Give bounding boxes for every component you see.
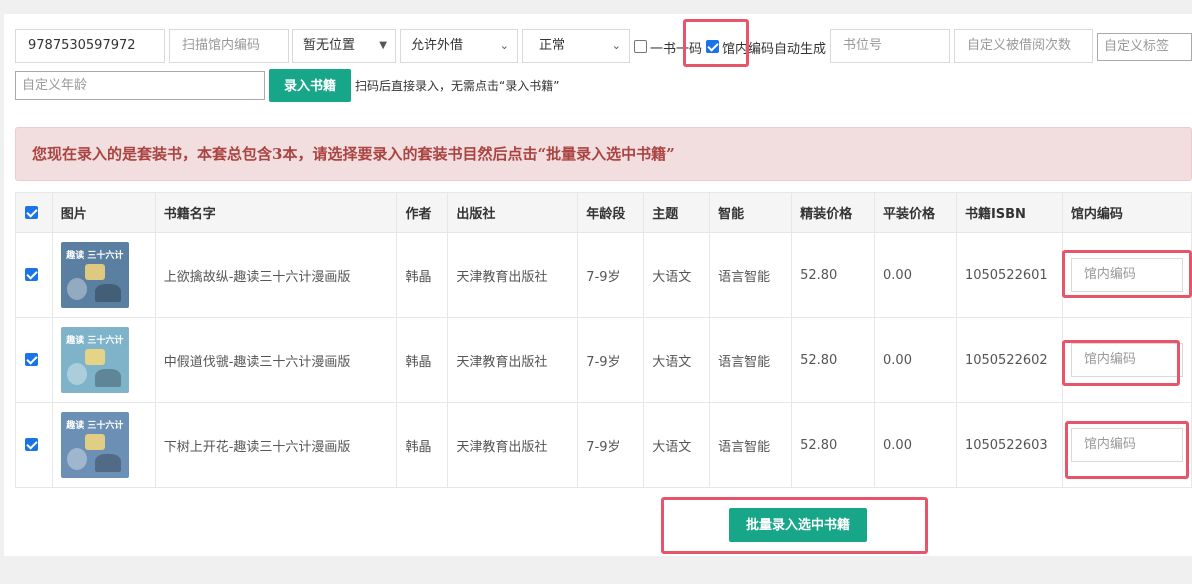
scan-code-input[interactable]: 扫描馆内编码	[169, 29, 289, 63]
lend-select[interactable]: 允许外借 ⌄	[400, 29, 518, 63]
table-row: 趣读 三十六计 中假道伐虢-趣读三十六计漫画版 韩晶 天津教育出版社 7-9岁 …	[15, 317, 1192, 403]
row-select-checkbox[interactable]	[25, 438, 38, 451]
set-book-alert: 您现在录入的是套装书，本套总包含3本，请选择要录入的套装书目然后点击“批量录入选…	[15, 127, 1192, 181]
scan-hint-text: 扫码后直接录入，无需点击“录入书籍”	[355, 79, 560, 93]
book-paperback-price: 0.00	[874, 317, 957, 403]
borrow-count-input[interactable]: 自定义被借阅次数	[954, 29, 1093, 63]
book-age: 7-9岁	[577, 232, 645, 318]
book-isbn: 1050522603	[955, 402, 1063, 488]
book-intelligence: 语言智能	[709, 317, 793, 403]
book-intelligence: 语言智能	[709, 232, 793, 318]
book-theme: 大语文	[643, 402, 711, 488]
book-publisher: 天津教育出版社	[447, 317, 579, 403]
custom-tag-input[interactable]: 自定义标签	[1097, 33, 1192, 61]
chevron-down-icon: ⌄	[611, 39, 621, 52]
book-title: 下树上开花-趣读三十六计漫画版	[154, 402, 398, 488]
batch-submit-button[interactable]: 批量录入选中书籍	[729, 508, 867, 542]
book-isbn: 1050522601	[955, 232, 1063, 318]
table-row: 趣读 三十六计 下树上开花-趣读三十六计漫画版 韩晶 天津教育出版社 7-9岁 …	[15, 402, 1192, 488]
row-select-checkbox[interactable]	[25, 353, 38, 366]
auto-code-checkbox[interactable]	[706, 40, 719, 53]
table-row: 趣读 三十六计 上欲擒故纵-趣读三十六计漫画版 韩晶 天津教育出版社 7-9岁 …	[15, 232, 1192, 318]
auto-code-label: 馆内编码自动生成	[722, 42, 827, 57]
header-hardcover-price: 精装价格	[791, 192, 876, 233]
header-isbn: 书籍ISBN	[955, 192, 1063, 233]
book-cover-cell: 趣读 三十六计	[51, 317, 156, 403]
row-select-checkbox[interactable]	[25, 268, 38, 281]
shelf-number-input[interactable]: 书位号	[830, 29, 950, 63]
book-theme: 大语文	[643, 232, 711, 318]
library-code-input[interactable]: 馆内编码	[1070, 428, 1183, 462]
book-hardcover-price: 52.80	[791, 232, 876, 318]
status-select[interactable]: 正常 ⌄	[522, 29, 630, 63]
header-library-code: 馆内编码	[1061, 192, 1192, 233]
header-image: 图片	[51, 192, 156, 233]
book-cover-image: 趣读 三十六计	[60, 327, 129, 393]
book-table: 图片 书籍名字 作者 出版社 年龄段 主题 智能 精装价格 平装价格 书籍ISB…	[15, 192, 1192, 488]
book-hardcover-price: 52.80	[791, 317, 876, 403]
book-cover-title: 趣读 三十六计	[66, 251, 124, 261]
location-select-value: 暂无位置	[303, 38, 356, 53]
book-cover-title: 趣读 三十六计	[66, 336, 124, 346]
book-cover-cell: 趣读 三十六计	[51, 402, 156, 488]
isbn-input[interactable]: 9787530597972	[15, 29, 165, 63]
book-cover-title: 趣读 三十六计	[66, 421, 124, 431]
library-code-cell: 馆内编码	[1061, 232, 1192, 318]
one-book-one-code-checkbox[interactable]	[634, 40, 647, 53]
book-paperback-price: 0.00	[874, 402, 957, 488]
book-publisher: 天津教育出版社	[447, 232, 579, 318]
book-cover-image: 趣读 三十六计	[60, 412, 129, 478]
header-publisher: 出版社	[447, 192, 579, 233]
book-cover-image: 趣读 三十六计	[60, 242, 129, 308]
table-header-row: 图片 书籍名字 作者 出版社 年龄段 主题 智能 精装价格 平装价格 书籍ISB…	[15, 192, 1192, 233]
book-paperback-price: 0.00	[874, 232, 957, 318]
submit-book-button[interactable]: 录入书籍	[269, 69, 351, 102]
book-isbn: 1050522602	[955, 317, 1063, 403]
book-age: 7-9岁	[577, 317, 645, 403]
row-select-cell	[15, 402, 53, 488]
book-title: 中假道伐虢-趣读三十六计漫画版	[154, 317, 398, 403]
library-code-cell: 馆内编码	[1061, 402, 1192, 488]
one-book-one-code-label: 一书一码	[650, 42, 703, 57]
select-all-checkbox[interactable]	[25, 206, 38, 219]
header-select-all-cell	[15, 192, 53, 233]
row-select-cell	[15, 317, 53, 403]
status-select-value: 正常	[539, 38, 566, 53]
book-intelligence: 语言智能	[709, 402, 793, 488]
location-select[interactable]: 暂无位置 ▼	[292, 29, 396, 63]
header-age: 年龄段	[577, 192, 645, 233]
book-title: 上欲擒故纵-趣读三十六计漫画版	[154, 232, 398, 318]
book-publisher: 天津教育出版社	[447, 402, 579, 488]
book-cover-cell: 趣读 三十六计	[51, 232, 156, 318]
book-theme: 大语文	[643, 317, 711, 403]
library-code-input[interactable]: 馆内编码	[1070, 258, 1183, 292]
lend-select-value: 允许外借	[411, 38, 464, 53]
header-paperback-price: 平装价格	[874, 192, 957, 233]
header-intelligence: 智能	[709, 192, 793, 233]
custom-age-input[interactable]: 自定义年龄	[15, 71, 265, 100]
row-select-cell	[15, 232, 53, 318]
header-title: 书籍名字	[154, 192, 398, 233]
library-code-input[interactable]: 馆内编码	[1070, 343, 1183, 377]
book-author: 韩晶	[396, 232, 449, 318]
book-author: 韩晶	[396, 402, 449, 488]
chevron-down-icon: ⌄	[499, 39, 509, 52]
book-author: 韩晶	[396, 317, 449, 403]
book-hardcover-price: 52.80	[791, 402, 876, 488]
caret-down-icon: ▼	[379, 40, 387, 51]
book-age: 7-9岁	[577, 402, 645, 488]
library-code-cell: 馆内编码	[1061, 317, 1192, 403]
header-author: 作者	[396, 192, 449, 233]
header-theme: 主题	[643, 192, 711, 233]
